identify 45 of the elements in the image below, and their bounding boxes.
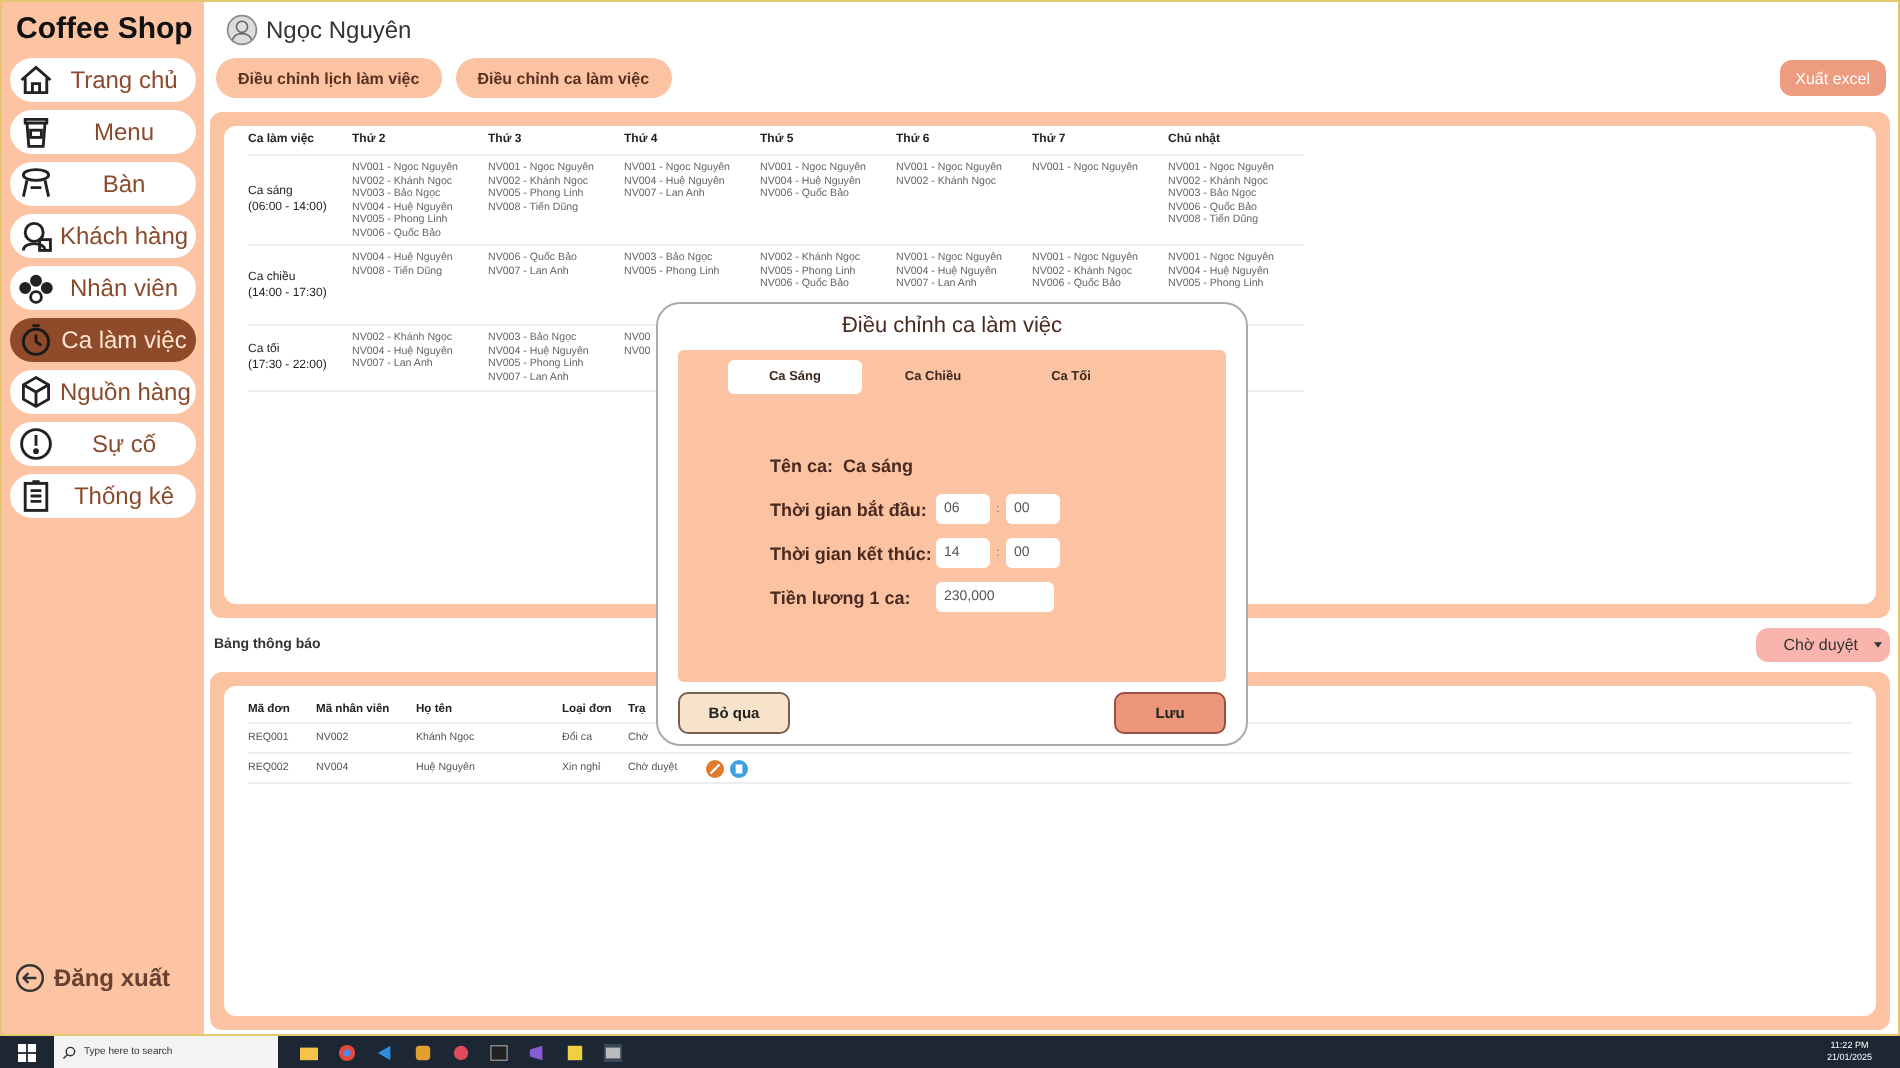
field-label: Tiền lương 1 ca: [770,587,913,608]
user-name: Ngọc Nguyên [266,16,412,44]
app-icon[interactable] [604,1043,622,1061]
customer-icon [18,218,54,254]
app-title: Coffee Shop [14,10,195,50]
sidebar-item[interactable]: Trang chủ [10,58,196,102]
shift-name-value: Ca sáng [843,455,914,476]
toolbar-button[interactable]: Điều chỉnh ca làm việc [455,58,672,98]
field-label: Thời gian kết thúc: [770,543,934,564]
search-icon [62,1045,76,1059]
caret-icon [1874,641,1882,647]
field-label: Thời gian bắt đầu: [770,499,929,520]
report-icon [18,478,54,514]
sidebar-item[interactable]: Thống kê [10,474,196,518]
browser-icon[interactable] [338,1043,356,1061]
app-icon[interactable] [414,1043,432,1061]
sidebar-item[interactable]: Nguồn hàng [10,370,196,414]
avatar-icon [226,14,258,46]
delete-button[interactable] [730,759,748,777]
sidebar-item[interactable]: Bàn [10,162,196,206]
supply-icon [18,374,54,410]
windows-icon[interactable] [18,1043,36,1061]
logout-icon [14,962,46,994]
status-filter[interactable]: Chờ duyệt [1755,627,1890,661]
staff-icon [18,270,54,306]
edit-button[interactable] [706,759,724,777]
logout-button[interactable]: Đăng xuất [10,962,175,994]
alert-icon [18,426,54,462]
cup-icon [18,114,54,150]
home-icon [18,62,54,98]
table-icon [18,166,54,202]
trash-icon [730,759,748,777]
pencil-icon [706,759,724,777]
folder-icon[interactable] [300,1043,318,1061]
app-icon[interactable] [566,1043,584,1061]
sidebar-item[interactable]: Nhân viên [10,266,196,310]
clock-icon [18,322,54,358]
sidebar-item[interactable]: Sự cố [10,422,196,466]
terminal-icon[interactable] [490,1043,508,1061]
dialog-title: Điều chỉnh ca làm việc [839,314,1065,342]
field-label: Tên ca: [770,455,834,476]
sidebar-item[interactable]: Ca làm việc [10,318,196,362]
toolbar-button[interactable]: Điều chỉnh lịch làm việc [216,58,442,98]
sidebar-item[interactable]: Khách hàng [10,214,196,258]
sidebar-item[interactable]: Menu [10,110,196,154]
